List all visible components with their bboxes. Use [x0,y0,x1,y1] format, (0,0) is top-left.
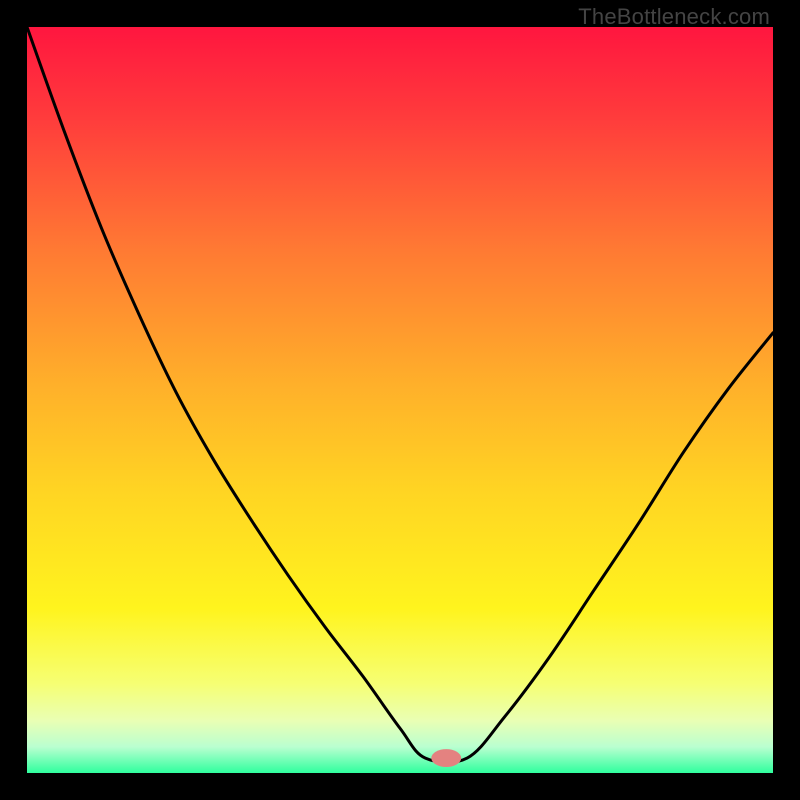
chart-frame: TheBottleneck.com [0,0,800,800]
bottom-marker [431,749,461,767]
chart-plot [27,27,773,773]
gradient-background [27,27,773,773]
